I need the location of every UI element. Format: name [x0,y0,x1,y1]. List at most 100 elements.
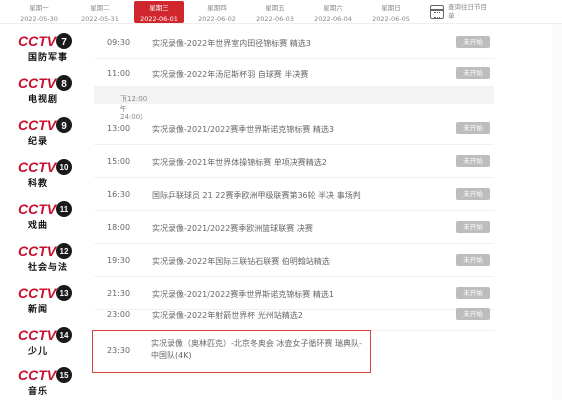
cctv-logo-icon: CCTV 7 [18,33,72,49]
date-tab-0531[interactable]: 星期二 2022-05-31 [75,1,125,23]
channel-number: 14 [60,331,69,340]
program-title: 实况录像-2021/2022赛季欧洲篮球联赛 决赛 [152,224,313,233]
program-row[interactable]: 09:30 实况录像-2022年世界室内田径锦标赛 精选3 未开始 [94,26,494,59]
weekday-label: 星期五 [265,4,285,12]
program-time: 23:30 [107,346,131,355]
program-title: 国际乒联球员 21 22赛季欧洲甲级联赛第36轮 半决 事场判 [152,191,361,200]
program-schedule: 09:30 实况录像-2022年世界室内田径锦标赛 精选3 未开始 11:00 实况录… [92,24,494,400]
cctv-logo-icon: CCTV 15 [18,367,72,383]
channel-number: 13 [60,289,69,298]
program-time: 18:00 [107,223,131,232]
weekday-label: 星期四 [207,4,227,12]
date-tab-0604[interactable]: 星期六 2022-06-04 [308,1,358,23]
highlighted-program-row[interactable]: 23:30 实况录像（奥林匹克）-北京冬奥会 冰壶女子循环赛 瑞典队-中国队(4… [92,330,371,373]
cctv-logo-icon: CCTV 8 [18,75,72,91]
date-label: 2022-06-02 [198,15,236,23]
not-started-button[interactable]: 未开始 [456,188,490,200]
date-label: 2022-05-30 [20,15,58,23]
channel-number: 8 [61,79,67,90]
program-title: 实况录像-2022年国际三联钻石联赛 伯明翰站精选 [152,257,330,266]
scrollbar[interactable] [552,24,562,400]
date-label: 2022-06-01 [140,15,178,23]
not-started-button[interactable]: 未开始 [456,36,490,48]
channel-cctv9[interactable]: CCTV 9 纪录 [16,114,74,148]
channel-cctv8[interactable]: CCTV 8 电视剧 [16,72,74,106]
not-started-button[interactable]: 未开始 [456,221,490,233]
channel-cctv14[interactable]: CCTV 14 少儿 [16,324,74,358]
date-label: 2022-06-05 [372,15,410,23]
weekday-label: 星期日 [381,4,401,12]
channel-cctv11[interactable]: CCTV 11 戏曲 [16,198,74,232]
program-row[interactable]: 13:00 实况录像-2021/2022赛季世界斯诺克锦标赛 精选3 未开始 [94,112,494,145]
logo-text: CCTV [18,243,58,259]
date-label: 2022-06-04 [314,15,352,23]
program-time: 23:00 [107,310,131,319]
logo-text: CCTV [18,159,58,175]
channel-name: 社会与法 [28,263,69,273]
channel-cctv10[interactable]: CCTV 10 科教 [16,156,74,190]
logo-text: CCTV [18,117,58,133]
program-time: 13:00 [107,124,131,133]
afternoon-section-header: 下午 （12:00 - 24:00） [94,86,494,121]
channel-number: 7 [61,37,67,48]
program-row[interactable]: 15:00 实况录像-2021年世界体操锦标赛 单项决赛精选2 未开始 [94,145,494,178]
not-started-button[interactable]: 未开始 [456,308,490,320]
program-time: 09:30 [107,38,131,47]
program-title: 实况录像（奥林匹克）-北京冬奥会 冰壶女子循环赛 瑞典队-中国队(4K) [151,339,362,360]
channel-cctv13[interactable]: CCTV 13 新闻 [16,282,74,316]
channel-name: 科教 [28,179,49,189]
program-time: 16:30 [107,190,131,199]
cctv-logo-icon: CCTV 9 [18,117,72,133]
weekday-label: 星期一 [29,4,49,12]
program-title: 实况录像-2022年射箭世界杯 光州站精选2 [152,311,303,320]
channel-name: 电视剧 [28,95,59,105]
cctv-logo-icon: CCTV 12 [18,243,72,259]
program-title: 实况录像-2022年世界室内田径锦标赛 精选3 [152,39,311,48]
cctv-logo-icon: CCTV 11 [18,201,72,217]
program-time: 19:30 [107,256,131,265]
date-tab-0602[interactable]: 星期四 2022-06-02 [192,1,242,23]
channel-cctv15[interactable]: CCTV 15 音乐 [16,364,74,398]
logo-text: CCTV [18,327,58,343]
channel-number: 9 [61,121,67,132]
channel-number: 11 [60,205,69,214]
date-label: 2022-06-03 [256,15,294,23]
logo-text: CCTV [18,75,58,91]
program-row[interactable]: 18:00 实况录像-2021/2022赛季欧洲篮球联赛 决赛 未开始 [94,211,494,244]
channel-name: 少儿 [28,347,49,357]
not-started-button[interactable]: 未开始 [456,155,490,167]
not-started-button[interactable]: 未开始 [456,254,490,266]
weekday-label: 星期六 [323,4,343,12]
channel-cctv7[interactable]: CCTV 7 国防军事 [16,30,74,64]
logo-text: CCTV [18,201,58,217]
weekday-label: 星期三 [149,4,169,12]
program-time: 21:30 [107,289,131,298]
calendar-icon[interactable] [430,5,444,19]
channel-cctv12[interactable]: CCTV 12 社会与法 [16,240,74,274]
date-tab-0530[interactable]: 星期一 2022-05-30 [14,1,64,23]
program-row[interactable]: 16:30 国际乒联球员 21 22赛季欧洲甲级联赛第36轮 半决 事场判 未开始 [94,178,494,211]
cctv-logo-icon: CCTV 10 [18,159,72,175]
channel-number: 15 [60,371,69,380]
channel-name: 音乐 [28,387,49,397]
date-tab-0603[interactable]: 星期五 2022-06-03 [250,1,300,23]
program-row[interactable]: 19:30 实况录像-2022年国际三联钻石联赛 伯明翰站精选 未开始 [94,244,494,277]
past-schedule-link[interactable]: 查询往日节目单 [448,3,488,21]
cctv-logo-icon: CCTV 14 [18,327,72,343]
logo-text: CCTV [18,285,58,301]
program-title: 实况录像-2021年世界体操锦标赛 单项决赛精选2 [152,158,327,167]
channel-number: 12 [60,247,69,256]
date-tab-0601-selected[interactable]: 星期三 2022-06-01 [134,1,184,23]
channel-number: 10 [60,163,69,172]
program-time: 15:00 [107,157,131,166]
program-title: 实况录像-2022年汤尼斯杯羽 自球赛 半决赛 [152,70,309,79]
not-started-button[interactable]: 未开始 [456,67,490,79]
date-bar: 星期一 2022-05-30 星期二 2022-05-31 星期三 2022-06-0… [0,0,562,24]
not-started-button[interactable]: 未开始 [456,122,490,134]
weekday-label: 星期二 [90,4,110,12]
program-time: 11:00 [107,69,131,78]
date-label: 2022-05-31 [81,15,119,23]
date-tab-0605[interactable]: 星期日 2022-06-05 [366,1,416,23]
program-row[interactable]: 23:00 实况录像-2022年射箭世界杯 光州站精选2 未开始 [94,298,494,331]
channel-name: 纪录 [28,137,49,147]
